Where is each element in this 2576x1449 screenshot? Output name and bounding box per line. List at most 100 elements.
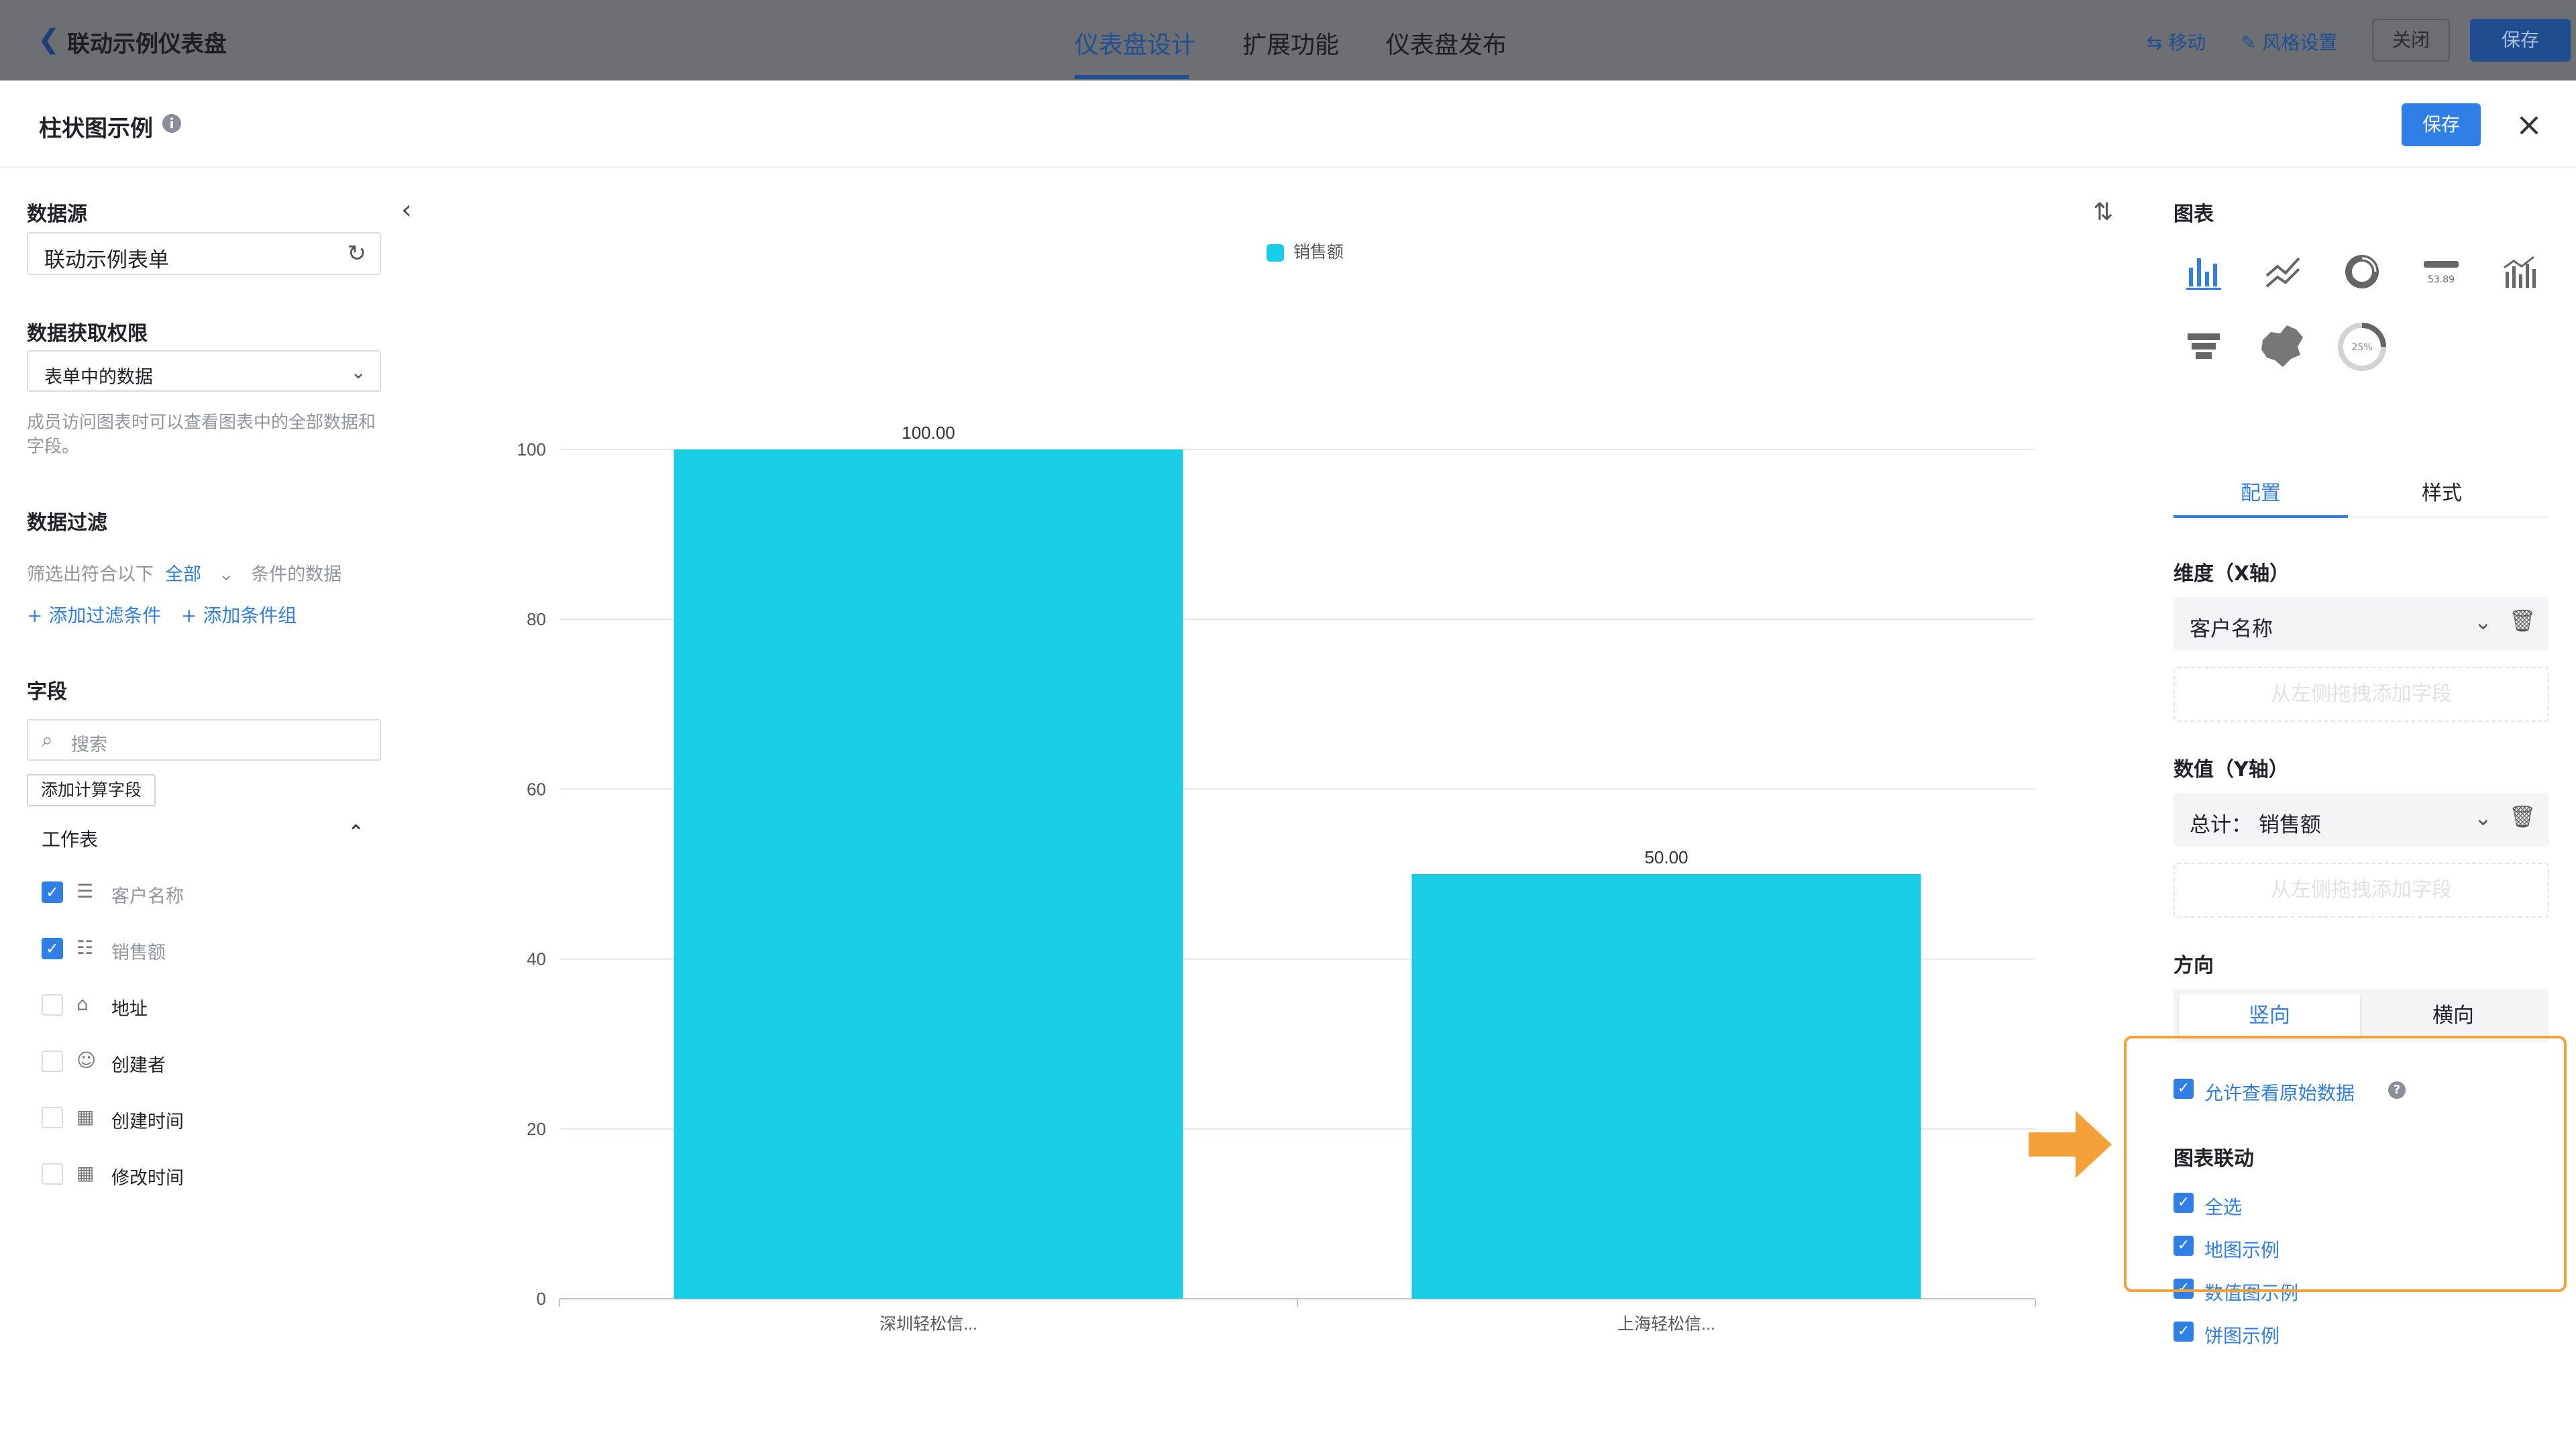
- field-checkbox[interactable]: [42, 1107, 63, 1128]
- field-search-placeholder: 搜索: [71, 735, 107, 755]
- chevron-down-icon[interactable]: ⌄: [2474, 609, 2492, 635]
- y-axis-drop-zone[interactable]: 从左侧拖拽添加字段: [2174, 863, 2549, 918]
- y-tick-label: 0: [537, 1289, 546, 1309]
- tab-style[interactable]: 样式: [2355, 476, 2529, 514]
- bar[interactable]: [1411, 874, 1921, 1299]
- field-checkbox[interactable]: [42, 1051, 63, 1072]
- field-item-creator[interactable]: ☺ 创建者: [42, 1048, 377, 1076]
- direction-toggle: 竖向 横向: [2174, 989, 2549, 1042]
- y-tick-label: 100: [517, 439, 546, 460]
- chart-canvas: 0 20 40 60 80 100 100.00 深圳轻松信... 50.00 上海轻松信... 销…: [517, 243, 2036, 1334]
- x-axis-field[interactable]: 客户名称 ⌄ 🗑: [2174, 597, 2549, 651]
- field-checkbox[interactable]: ✓: [42, 938, 63, 959]
- linkage-label: 饼图示例: [2204, 1325, 2280, 1347]
- filter-heading: 数据过滤: [27, 511, 107, 535]
- panel-header: 柱状图示例 i 保存 ×: [0, 80, 2576, 168]
- brush-icon: ✎: [2241, 32, 2257, 54]
- permission-value: 表单中的数据: [44, 367, 153, 388]
- map-chart-icon[interactable]: [2253, 317, 2313, 377]
- app-topbar: ❮ 联动示例仪表盘 仪表盘设计 扩展功能 仪表盘发布 ⇆ 移动 ✎ 风格设置 关…: [0, 0, 2576, 80]
- linkage-highlight-box: [2124, 1036, 2567, 1292]
- number-card-icon[interactable]: 53.89: [2411, 241, 2471, 302]
- combo-chart-icon[interactable]: [2490, 241, 2551, 302]
- legend-swatch: [1267, 244, 1284, 262]
- refresh-icon[interactable]: ↻: [347, 240, 367, 267]
- collapse-sidebar-icon[interactable]: ‹: [401, 195, 412, 225]
- line-chart-icon[interactable]: [2253, 241, 2313, 302]
- plus-icon: +: [181, 604, 197, 627]
- field-checkbox[interactable]: [42, 1163, 63, 1185]
- gauge-sample: 25%: [2351, 342, 2372, 353]
- linkage-item-pie[interactable]: ✓ 饼图示例: [2174, 1319, 2375, 1347]
- trash-icon[interactable]: 🗑: [2509, 804, 2536, 829]
- trash-icon[interactable]: 🗑: [2509, 608, 2536, 633]
- direction-vertical-option[interactable]: 竖向: [2179, 994, 2360, 1037]
- filter-rule-row: 筛选出符合以下 全部 ⌄ 条件的数据: [27, 559, 341, 586]
- style-settings-button[interactable]: ✎ 风格设置: [2241, 28, 2337, 55]
- datasource-select[interactable]: 联动示例表单 ↻: [27, 232, 381, 275]
- dashboard-title: 联动示例仪表盘: [67, 31, 227, 58]
- y-tick-label: 40: [527, 949, 546, 969]
- bar-chart-icon[interactable]: [2174, 241, 2234, 302]
- worksheet-group-label[interactable]: 工作表: [42, 825, 98, 852]
- gauge-chart-icon[interactable]: 25%: [2332, 317, 2392, 377]
- field-label: 修改时间: [111, 1168, 184, 1189]
- add-filter-condition-link[interactable]: + 添加过滤条件: [27, 601, 161, 628]
- datasource-value: 联动示例表单: [44, 248, 169, 272]
- bar-value-label: 100.00: [902, 423, 955, 443]
- add-calculated-field-button[interactable]: 添加计算字段: [27, 774, 156, 806]
- field-checkbox[interactable]: ✓: [42, 881, 63, 903]
- bar[interactable]: [674, 449, 1183, 1299]
- panel-save-button[interactable]: 保存: [2402, 103, 2481, 146]
- direction-heading: 方向: [2174, 954, 2214, 977]
- config-tabs: 配置 样式: [2174, 476, 2549, 518]
- field-label: 创建时间: [111, 1112, 184, 1132]
- chevron-down-icon[interactable]: ⌄: [219, 564, 234, 585]
- x-tick-label: 深圳轻松信...: [879, 1315, 977, 1334]
- x-axis-drop-zone[interactable]: 从左侧拖拽添加字段: [2174, 667, 2549, 722]
- move-label: 移动: [2168, 32, 2206, 54]
- top-save-button[interactable]: 保存: [2470, 19, 2571, 62]
- donut-chart-icon[interactable]: [2332, 241, 2392, 302]
- y-tick-label: 20: [527, 1119, 546, 1139]
- field-label: 地址: [111, 999, 148, 1020]
- chevron-down-icon[interactable]: ⌄: [2474, 805, 2492, 830]
- close-icon[interactable]: ×: [2509, 105, 2549, 145]
- swap-axes-icon[interactable]: ⇅: [2093, 199, 2113, 226]
- search-icon: ⌕: [42, 729, 53, 752]
- chevron-left-icon[interactable]: ❮: [38, 24, 60, 55]
- legend-label: 销售额: [1293, 243, 1344, 262]
- add-condition-group-link[interactable]: + 添加条件组: [181, 601, 297, 628]
- plus-icon: +: [27, 604, 43, 627]
- chevron-up-icon[interactable]: ⌃: [347, 821, 364, 845]
- close-button[interactable]: 关闭: [2372, 19, 2450, 62]
- field-search-input[interactable]: ⌕ 搜索: [27, 719, 381, 761]
- move-button[interactable]: ⇆ 移动: [2147, 28, 2206, 55]
- field-checkbox[interactable]: [42, 994, 63, 1016]
- y-axis-field[interactable]: 总计： 销售额 ⌄ 🗑: [2174, 793, 2549, 847]
- field-item-customer-name[interactable]: ✓ ☰ 客户名称: [42, 879, 377, 907]
- chart-title[interactable]: 柱状图示例: [39, 110, 153, 143]
- field-item-modified-time[interactable]: ▦ 修改时间: [42, 1161, 377, 1189]
- bar-value-label: 50.00: [1644, 847, 1688, 867]
- permission-select[interactable]: 表单中的数据 ⌄: [27, 350, 381, 392]
- tab-dashboard-design[interactable]: 仪表盘设计: [1075, 25, 1195, 60]
- filter-prefix: 筛选出符合以下: [27, 564, 154, 585]
- building-icon: ⌂: [76, 993, 89, 1015]
- direction-horizontal-option[interactable]: 横向: [2363, 994, 2544, 1037]
- tab-extensions[interactable]: 扩展功能: [1242, 25, 1339, 60]
- field-item-sales[interactable]: ✓ ☷ 销售额: [42, 935, 377, 963]
- chart-type-heading: 图表: [2174, 203, 2214, 226]
- linkage-checkbox[interactable]: ✓: [2174, 1322, 2194, 1342]
- field-item-address[interactable]: ⌂ 地址: [42, 991, 377, 1020]
- style-settings-label: 风格设置: [2262, 32, 2338, 54]
- y-tick-label: 60: [527, 779, 546, 799]
- field-item-created-time[interactable]: ▦ 创建时间: [42, 1104, 377, 1132]
- info-icon[interactable]: i: [162, 114, 181, 133]
- tab-config[interactable]: 配置: [2174, 476, 2348, 514]
- filter-mode-select[interactable]: 全部: [165, 564, 201, 585]
- calendar-icon: ▦: [76, 1106, 95, 1128]
- field-label: 创建者: [111, 1055, 166, 1076]
- funnel-chart-icon[interactable]: [2174, 317, 2234, 377]
- tab-dashboard-publish[interactable]: 仪表盘发布: [1386, 25, 1507, 60]
